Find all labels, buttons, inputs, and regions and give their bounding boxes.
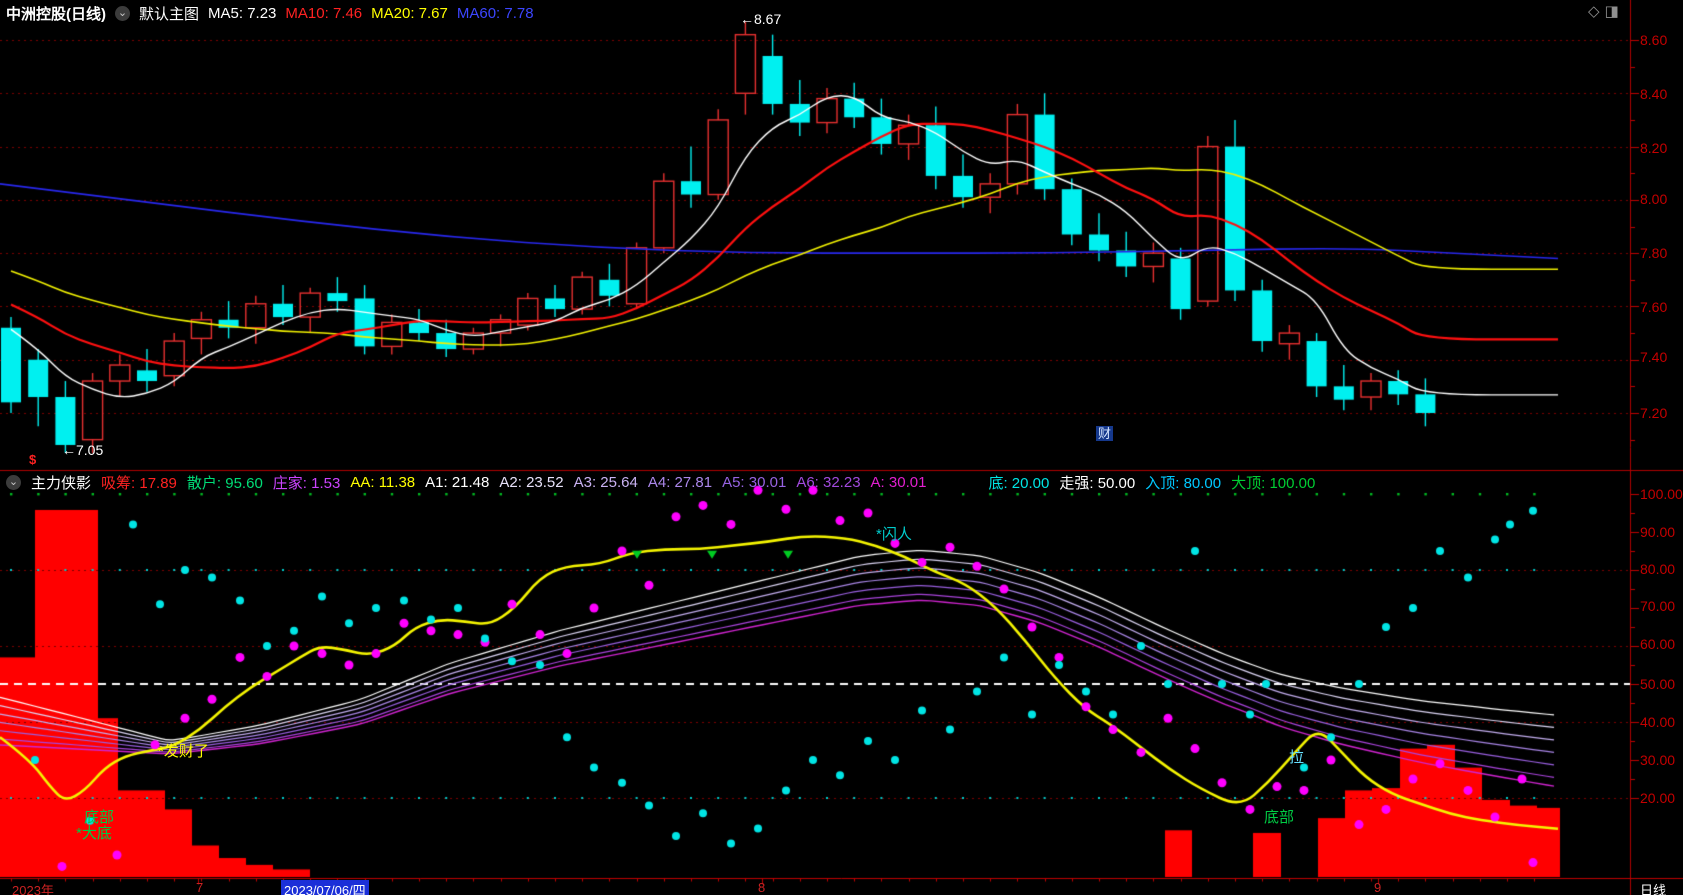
indicator-axis-label: 60.00 <box>1640 636 1676 652</box>
indicator-xichou: 吸筹: 17.89 <box>101 474 177 492</box>
big-bottom-signal-label: *大底 <box>76 825 112 842</box>
indicator-di: 底: 20.00 <box>988 474 1050 492</box>
indicator-a5: A5: 30.01 <box>722 473 787 491</box>
indicator-axis-label: 90.00 <box>1640 524 1676 540</box>
high-price-annotation: ←8.67 <box>740 11 782 27</box>
indicator-a2: A2: 23.52 <box>499 473 564 491</box>
time-label-year: 2023年 <box>12 883 54 895</box>
indicator-a3: A3: 25.64 <box>573 473 638 491</box>
chevron-glyph: ⌄ <box>117 6 128 19</box>
chevron-down-icon[interactable]: ⌄ <box>115 5 130 21</box>
indicator-a: A: 30.01 <box>870 473 927 491</box>
indicator-axis-label: 50.00 <box>1640 676 1676 692</box>
indicator-a6: A6: 32.23 <box>796 473 861 491</box>
time-label-august: 8 <box>758 880 766 895</box>
diamond-icon[interactable]: ◇ <box>1588 2 1600 20</box>
app-root: 中洲控股(日线) ⌄ 默认主图 MA5: 7.23 MA10: 7.46 MA2… <box>0 0 1683 895</box>
shanren-signal-label: *闪人 <box>876 526 912 543</box>
indicator-a1: A1: 21.48 <box>425 473 490 491</box>
time-label-july: 7 <box>196 880 204 895</box>
price-axis-label: 8.00 <box>1640 191 1668 207</box>
stock-title: 中洲控股(日线) <box>6 5 106 23</box>
time-label-september: 9 <box>1374 880 1382 895</box>
indicator-a4: A4: 27.81 <box>647 473 713 491</box>
price-axis-label: 8.20 <box>1640 140 1668 156</box>
chevron-down-icon[interactable]: ⌄ <box>6 474 21 490</box>
ma5-readout: MA5: 7.23 <box>208 4 277 22</box>
ma60-readout: MA60: 7.78 <box>456 4 534 22</box>
indicator-zhuangjia: 庄家: 1.53 <box>272 474 341 492</box>
ma10-readout: MA10: 7.46 <box>285 4 363 22</box>
indicator-axis-label: 80.00 <box>1640 561 1676 577</box>
indicator-axis-label: 100.00 <box>1640 486 1683 502</box>
indicator-sanhu: 散户: 95.60 <box>186 474 263 492</box>
indicator-ruding: 入顶: 80.00 <box>1145 474 1222 492</box>
indicator-axis-label: 40.00 <box>1640 714 1676 730</box>
indicator-axis-label: 20.00 <box>1640 790 1676 806</box>
price-axis-label: 8.40 <box>1640 86 1668 102</box>
indicator-axis-label: 30.00 <box>1640 752 1676 768</box>
overlay-selector[interactable]: 默认主图 <box>139 3 199 24</box>
selected-date-label: 2023/07/06/四 <box>281 880 369 895</box>
ma20-readout: MA20: 7.67 <box>371 4 448 22</box>
facai-signal-label: *发财了 <box>158 743 209 760</box>
indicator-dading: 大顶: 100.00 <box>1231 474 1316 492</box>
window-buttons: ◇ ◨ <box>1588 2 1619 20</box>
la-signal-label: 拉 <box>1289 749 1305 766</box>
low-price-annotation: ←7.05 <box>62 442 104 458</box>
price-axis-label: 7.20 <box>1640 405 1668 421</box>
split-screen-icon[interactable]: ◨ <box>1605 2 1619 20</box>
main-chart-header: 中洲控股(日线) ⌄ 默认主图 MA5: 7.23 MA10: 7.46 MA2… <box>6 2 534 24</box>
price-axis-label: 7.60 <box>1640 299 1668 315</box>
bottom-signal-label-right: 底部 <box>1264 809 1295 826</box>
indicator-zouqiang: 走强: 50.00 <box>1059 474 1136 492</box>
chevron-glyph: ⌄ <box>8 475 19 488</box>
price-axis-label: 7.40 <box>1640 349 1668 365</box>
indicator-aa: AA: 11.38 <box>350 473 416 491</box>
kline-chart-canvas[interactable] <box>0 0 1683 895</box>
price-axis-label: 7.80 <box>1640 245 1668 261</box>
price-axis-label: 8.60 <box>1640 32 1668 48</box>
indicator-header: ⌄ 主力侠影 吸筹: 17.89 散户: 95.60 庄家: 1.53 AA: … <box>6 472 1316 493</box>
indicator-name[interactable]: 主力侠影 <box>31 472 91 493</box>
cai-news-badge[interactable]: 财 <box>1096 426 1114 441</box>
indicator-axis-label: 70.00 <box>1640 598 1676 614</box>
period-label[interactable]: 日线 <box>1640 880 1666 895</box>
sell-marker: $ <box>29 452 37 467</box>
